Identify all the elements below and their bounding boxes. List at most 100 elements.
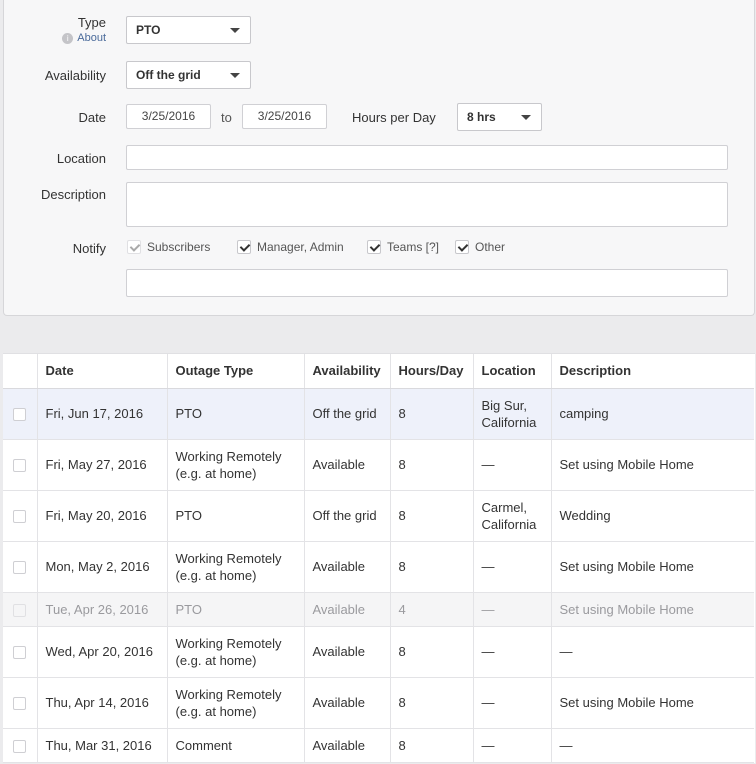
date-cell: Wed, Apr 20, 2016 (37, 626, 168, 678)
date-cell: Tue, Apr 26, 2016 (37, 592, 168, 627)
hours-cell: 8 (390, 439, 474, 491)
column-header-date[interactable]: Date (37, 354, 168, 389)
hours-select-value: 8 hrs (467, 110, 496, 124)
row-select-cell (3, 388, 38, 440)
select-column-header (3, 354, 38, 389)
outage-type-cell: Working Remotely (e.g. at home) (167, 626, 305, 678)
location-cell: — (473, 728, 552, 763)
availability-select-value: Off the grid (136, 68, 201, 82)
outage-type-cell: Comment (167, 728, 305, 763)
table-row[interactable]: Fri, May 27, 2016 Working Remotely (e.g. … (3, 439, 754, 491)
checkbox-icon (237, 240, 251, 254)
table-row[interactable]: Fri, Jun 17, 2016 PTO Off the grid 8 Big Sur… (3, 388, 754, 440)
availability-cell: Available (304, 541, 391, 593)
location-cell: Carmel, California (473, 490, 552, 542)
table-row[interactable]: Wed, Apr 20, 2016 Working Remotely (e.g. … (3, 626, 754, 678)
row-select-cell (3, 626, 38, 678)
column-header-description[interactable]: Description (551, 354, 754, 389)
location-label: Location (56, 151, 106, 166)
table-row[interactable]: Tue, Apr 26, 2016 PTO Available 4— Set using… (3, 592, 754, 627)
row-checkbox[interactable] (13, 646, 27, 660)
notify-teams-checkbox[interactable]: Teams [?] (367, 240, 439, 254)
date-cell: Thu, Mar 31, 2016 (37, 728, 168, 763)
availability-cell: Off the grid (304, 388, 391, 440)
description-textarea[interactable] (126, 182, 728, 227)
date-to-input[interactable]: 3/25/2016 (242, 104, 327, 129)
date-cell: Fri, Jun 17, 2016 (37, 388, 168, 440)
notify-manager-admin-checkbox[interactable]: Manager, Admin (237, 240, 344, 254)
row-select-cell (3, 439, 38, 491)
description-cell: Set using Mobile Home (551, 541, 754, 593)
row-select-cell (3, 490, 38, 542)
notify-subscribers-checkbox[interactable]: Subscribers (127, 240, 210, 254)
row-checkbox[interactable] (13, 697, 27, 711)
about-link[interactable]: i About (62, 32, 106, 44)
table-row[interactable]: Mon, May 2, 2016 Working Remotely (e.g. a… (3, 541, 754, 593)
hours-cell: 4 (390, 592, 474, 627)
notify-other-checkbox[interactable]: Other (455, 240, 505, 254)
type-select[interactable]: PTO (126, 16, 251, 44)
description-label: Description (40, 187, 106, 202)
hours-per-day-label: Hours per Day (352, 110, 436, 125)
description-cell: Set using Mobile Home (551, 677, 754, 729)
description-cell: — (551, 728, 754, 763)
availability-select[interactable]: Off the grid (126, 61, 251, 89)
availability-cell: Off the grid (304, 490, 391, 542)
hours-cell: 8 (390, 626, 474, 678)
description-cell: camping (551, 388, 754, 440)
type-select-value: PTO (136, 23, 161, 37)
availability-label: Availability (44, 68, 106, 83)
hours-cell: 8 (390, 728, 474, 763)
location-cell: — (473, 592, 552, 627)
notify-option-label: Teams [?] (387, 240, 440, 254)
row-checkbox[interactable] (13, 603, 27, 617)
info-icon: i (62, 32, 74, 44)
description-cell: Wedding (551, 490, 754, 542)
date-from-input[interactable]: 3/25/2016 (126, 104, 211, 129)
date-to-label: to (221, 110, 232, 125)
notify-other-input[interactable] (126, 269, 728, 297)
row-checkbox[interactable] (13, 408, 27, 422)
row-select-cell (3, 592, 38, 627)
location-cell: Big Sur, California (473, 388, 552, 440)
row-checkbox[interactable] (13, 739, 27, 753)
about-label: About (77, 32, 106, 44)
column-header-availability[interactable]: Availability (304, 354, 391, 389)
outage-form: Type i About PTO Availability Off the gr… (3, 0, 755, 316)
checkbox-icon (367, 240, 381, 254)
column-header-location[interactable]: Location (473, 354, 552, 389)
outage-type-cell: Working Remotely (e.g. at home) (167, 541, 305, 593)
availability-cell: Available (304, 592, 391, 627)
row-checkbox[interactable] (13, 459, 27, 473)
outage-type-cell: Working Remotely (e.g. at home) (167, 439, 305, 491)
table-row[interactable]: Fri, May 20, 2016 PTO Off the grid 8 Carmel,… (3, 490, 754, 542)
date-cell: Mon, May 2, 2016 (37, 541, 168, 593)
notify-label: Notify (72, 241, 106, 256)
table-row[interactable]: Thu, Mar 31, 2016 Comment Available 8— — (3, 728, 754, 763)
row-checkbox[interactable] (13, 561, 27, 575)
chevron-down-icon (230, 28, 240, 33)
column-header-outage-type[interactable]: Outage Type (167, 354, 305, 389)
table-row[interactable]: Thu, Apr 14, 2016 Working Remotely (e.g. … (3, 677, 754, 729)
description-cell: Set using Mobile Home (551, 439, 754, 491)
notify-option-label: Subscribers (147, 240, 211, 254)
location-input[interactable] (126, 145, 728, 170)
row-select-cell (3, 677, 38, 729)
date-cell: Thu, Apr 14, 2016 (37, 677, 168, 729)
outage-type-cell: Working Remotely (e.g. at home) (167, 677, 305, 729)
availability-cell: Available (304, 439, 391, 491)
notify-option-label: Manager, Admin (257, 240, 344, 254)
hours-cell: 8 (390, 541, 474, 593)
checkbox-icon (455, 240, 469, 254)
hours-cell: 8 (390, 490, 474, 542)
hours-per-day-select[interactable]: 8 hrs (457, 103, 542, 131)
date-cell: Fri, May 27, 2016 (37, 439, 168, 491)
checkbox-icon (127, 240, 141, 254)
table-header-row: Date Outage Type Availability Hours/Day … (3, 354, 754, 389)
notify-option-label: Other (475, 240, 506, 254)
description-cell: Set using Mobile Home (551, 592, 754, 627)
column-header-hours[interactable]: Hours/Day (390, 354, 474, 389)
date-cell: Fri, May 20, 2016 (37, 490, 168, 542)
hours-cell: 8 (390, 677, 474, 729)
row-checkbox[interactable] (13, 510, 27, 524)
